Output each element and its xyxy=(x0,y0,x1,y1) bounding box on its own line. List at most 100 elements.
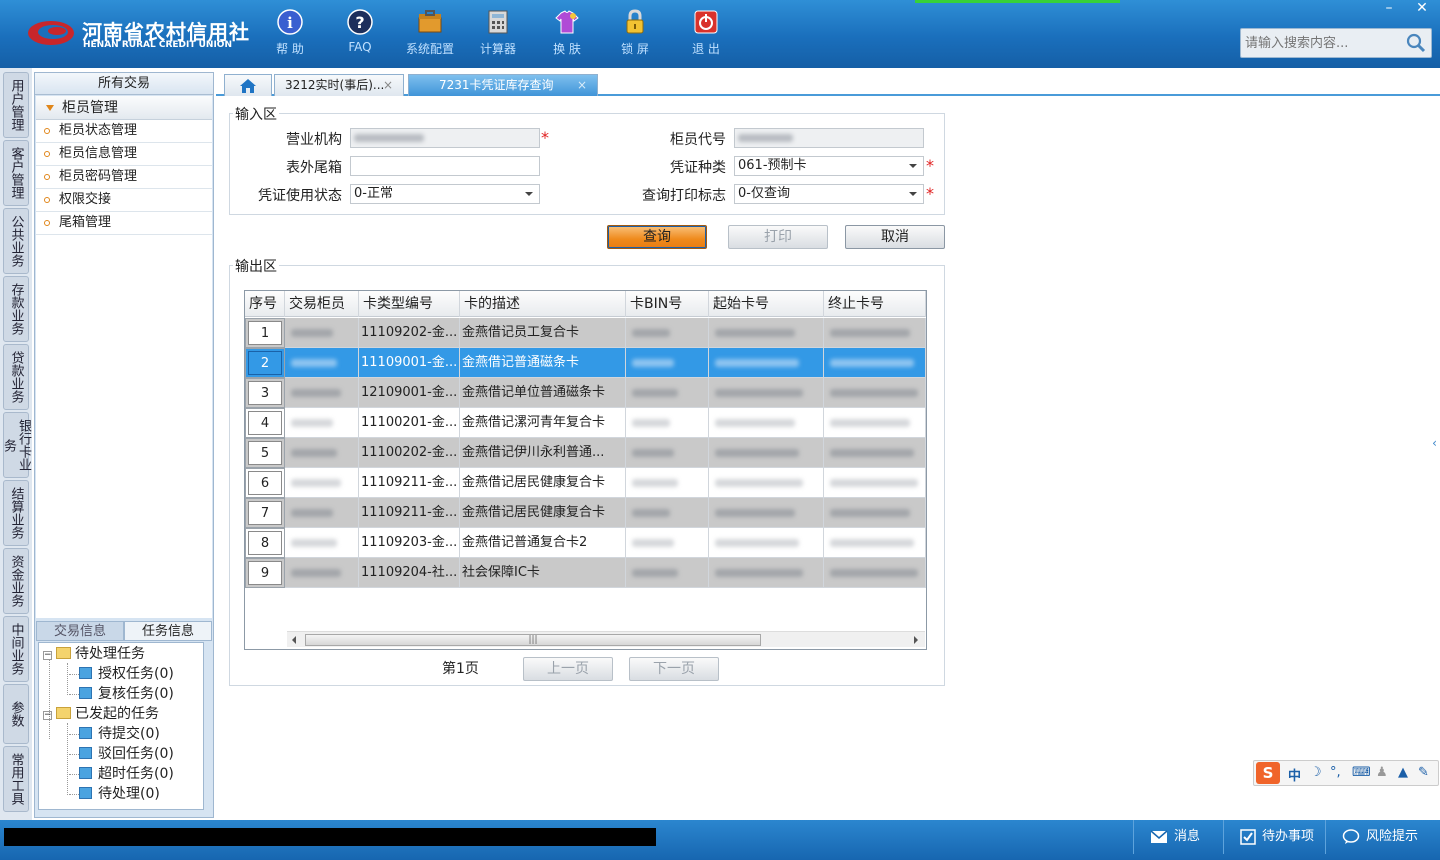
vtab-intermediary-business[interactable]: 中间业务 xyxy=(3,616,29,682)
column-header[interactable]: 卡BIN号 xyxy=(626,291,709,317)
card-type-cell[interactable]: 11109001-金... xyxy=(359,348,460,378)
table-row[interactable]: 9 11109204-社... 社会保障IC卡 xyxy=(245,558,926,588)
close-tab-icon[interactable]: × xyxy=(383,75,393,95)
end-card-cell[interactable] xyxy=(824,318,926,348)
vtab-user-management[interactable]: 用户管理 xyxy=(3,72,29,138)
table-row[interactable]: 2 11109001-金... 金燕借记普通磁条卡 xyxy=(245,348,926,378)
end-card-cell[interactable] xyxy=(824,408,926,438)
tree-node-auth-task[interactable]: 授权任务(0) xyxy=(79,664,174,684)
end-card-cell[interactable] xyxy=(824,558,926,588)
column-header[interactable]: 卡的描述 xyxy=(460,291,626,317)
start-card-cell[interactable] xyxy=(709,438,824,468)
tree-node-pending[interactable]: − 待处理任务 xyxy=(43,644,145,664)
start-card-cell[interactable] xyxy=(709,378,824,408)
start-card-cell[interactable] xyxy=(709,318,824,348)
prev-page-button[interactable]: 上一页 xyxy=(523,657,613,681)
start-card-cell[interactable] xyxy=(709,348,824,378)
lock-screen-button[interactable]: 锁 屏 xyxy=(604,8,666,62)
row-number[interactable]: 9 xyxy=(245,558,285,588)
teller-cell[interactable] xyxy=(285,468,359,498)
card-bin-cell[interactable] xyxy=(626,498,709,528)
card-type-cell[interactable]: 12109001-金... xyxy=(359,378,460,408)
tree-node-review-task[interactable]: 复核任务(0) xyxy=(79,684,174,704)
card-desc-cell[interactable]: 社会保障IC卡 xyxy=(460,558,626,588)
scroll-thumb[interactable]: ||| xyxy=(305,634,761,646)
calculator-button[interactable]: 计算器 xyxy=(467,8,529,62)
sidebar-item-teller-password[interactable]: 柜员密码管理 xyxy=(36,166,212,189)
collapse-icon[interactable]: − xyxy=(43,711,52,720)
card-desc-cell[interactable]: 金燕借记居民健康复合卡 xyxy=(460,498,626,528)
expand-panel-icon[interactable]: ‹ xyxy=(1429,420,1440,466)
column-header[interactable]: 终止卡号 xyxy=(824,291,926,317)
card-desc-cell[interactable]: 金燕借记员工复合卡 xyxy=(460,318,626,348)
tree-node-initiated[interactable]: − 已发起的任务 xyxy=(43,704,159,724)
table-row[interactable]: 7 11109211-金... 金燕借记居民健康复合卡 xyxy=(245,498,926,528)
risk-alert-button[interactable]: 风险提示 xyxy=(1325,820,1435,854)
start-card-cell[interactable] xyxy=(709,528,824,558)
vtab-settlement-business[interactable]: 结算业务 xyxy=(3,480,29,546)
user-icon[interactable]: ♟ xyxy=(1376,765,1388,780)
card-type-cell[interactable]: 11109211-金... xyxy=(359,498,460,528)
table-row[interactable]: 8 11109203-金... 金燕借记普通复合卡2 xyxy=(245,528,926,558)
collapse-icon[interactable]: − xyxy=(43,651,52,660)
next-page-button[interactable]: 下一页 xyxy=(629,657,719,681)
sidebar-item-teller-info[interactable]: 柜员信息管理 xyxy=(36,143,212,166)
table-row[interactable]: 6 11109211-金... 金燕借记居民健康复合卡 xyxy=(245,468,926,498)
punctuation-icon[interactable]: °, xyxy=(1330,765,1341,780)
start-card-cell[interactable] xyxy=(709,558,824,588)
exit-button[interactable]: 退 出 xyxy=(675,8,737,62)
voucher-status-select[interactable]: 0-正常 xyxy=(350,184,540,204)
search-icon[interactable] xyxy=(1405,32,1427,54)
column-header[interactable]: 序号 xyxy=(245,291,285,317)
messages-button[interactable]: 消息 xyxy=(1133,820,1223,854)
tab-transaction-info[interactable]: 交易信息 xyxy=(36,621,124,641)
column-header[interactable]: 卡类型编号 xyxy=(359,291,460,317)
close-tab-icon[interactable]: × xyxy=(577,75,587,95)
table-row[interactable]: 5 11100202-金... 金燕借记伊川永利普通... xyxy=(245,438,926,468)
print-flag-select[interactable]: 0-仅查询 xyxy=(734,184,924,204)
card-type-cell[interactable]: 11109204-社... xyxy=(359,558,460,588)
column-header[interactable]: 起始卡号 xyxy=(709,291,824,317)
sidebar-group-teller-management[interactable]: 柜员管理 xyxy=(36,96,212,120)
end-card-cell[interactable] xyxy=(824,348,926,378)
horizontal-scrollbar[interactable]: ||| xyxy=(287,631,925,647)
card-type-cell[interactable]: 11100201-金... xyxy=(359,408,460,438)
teller-cell[interactable] xyxy=(285,558,359,588)
row-number[interactable]: 2 xyxy=(245,348,285,378)
card-type-cell[interactable]: 11100202-金... xyxy=(359,438,460,468)
card-bin-cell[interactable] xyxy=(626,348,709,378)
scroll-left-icon[interactable] xyxy=(292,636,296,644)
tab-task-info[interactable]: 任务信息 xyxy=(124,621,212,641)
vtab-public-business[interactable]: 公共业务 xyxy=(3,208,29,274)
row-number[interactable]: 6 xyxy=(245,468,285,498)
keyboard-icon[interactable]: ⌨ xyxy=(1352,765,1371,780)
tree-node-rejected[interactable]: 驳回任务(0) xyxy=(79,744,174,764)
sidebar-item-permission-handover[interactable]: 权限交接 xyxy=(36,189,212,212)
tree-node-to-submit[interactable]: 待提交(0) xyxy=(79,724,160,744)
vtab-parameters[interactable]: 参数 xyxy=(3,684,29,744)
tab-7231[interactable]: 7231卡凭证库存查询 × xyxy=(408,74,598,96)
card-bin-cell[interactable] xyxy=(626,558,709,588)
card-desc-cell[interactable]: 金燕借记居民健康复合卡 xyxy=(460,468,626,498)
card-bin-cell[interactable] xyxy=(626,438,709,468)
todo-button[interactable]: 待办事项 xyxy=(1223,820,1323,854)
skin-button[interactable]: 换 肤 xyxy=(536,8,598,62)
wrench-icon[interactable]: ✎ xyxy=(1418,765,1429,780)
end-card-cell[interactable] xyxy=(824,528,926,558)
vtab-deposit-business[interactable]: 存款业务 xyxy=(3,276,29,342)
cancel-button[interactable]: 取消 xyxy=(845,225,945,249)
moon-icon[interactable]: ☽ xyxy=(1310,765,1322,780)
teller-code-field[interactable] xyxy=(734,128,924,148)
row-number[interactable]: 1 xyxy=(245,318,285,348)
vtab-fund-business[interactable]: 资金业务 xyxy=(3,548,29,614)
teller-cell[interactable] xyxy=(285,348,359,378)
start-card-cell[interactable] xyxy=(709,468,824,498)
sidebar-item-tail-box[interactable]: 尾箱管理 xyxy=(36,212,212,235)
card-bin-cell[interactable] xyxy=(626,468,709,498)
card-desc-cell[interactable]: 金燕借记单位普通磁条卡 xyxy=(460,378,626,408)
card-bin-cell[interactable] xyxy=(626,528,709,558)
help-button[interactable]: i 帮 助 xyxy=(259,8,321,62)
vtab-common-tools[interactable]: 常用工具 xyxy=(3,746,29,812)
teller-cell[interactable] xyxy=(285,438,359,468)
shirt-icon[interactable]: ▲ xyxy=(1398,765,1408,780)
